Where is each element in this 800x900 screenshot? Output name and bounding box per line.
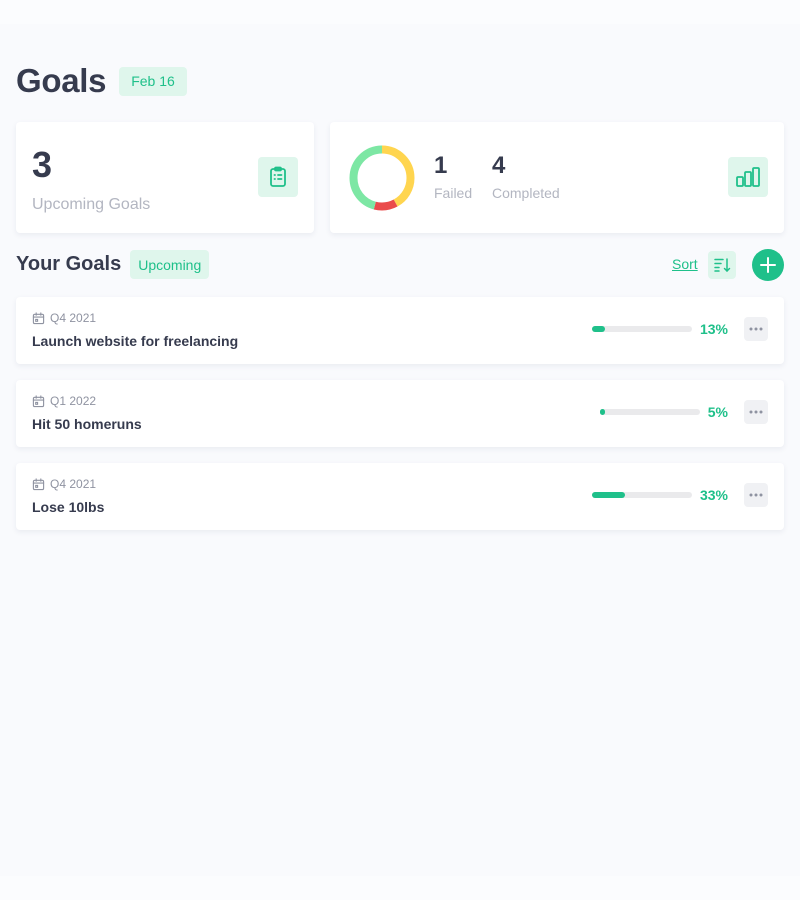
goal-period: Q1 2022: [50, 394, 97, 408]
goal-card[interactable]: Q1 2022 Hit 50 homeruns 5%: [16, 380, 784, 447]
completed-label: Completed: [492, 185, 560, 201]
bar-chart-icon[interactable]: [728, 157, 768, 197]
goal-menu-button[interactable]: [744, 483, 768, 507]
page-header: Goals Feb 16: [16, 62, 187, 100]
plus-icon: [760, 257, 776, 273]
goal-menu-button[interactable]: [744, 317, 768, 341]
goal-meta: Q4 2021: [32, 311, 96, 325]
progress-track: [591, 492, 692, 498]
page-title: Goals: [16, 62, 107, 99]
goal-status-donut: [349, 145, 415, 211]
upcoming-goals-card: 3 Upcoming Goals: [16, 122, 314, 233]
progress-fill: [599, 409, 605, 415]
goal-period: Q4 2021: [50, 477, 97, 491]
goal-meta: Q4 2021: [32, 477, 96, 491]
calendar-icon: [32, 394, 45, 407]
progress-track: [591, 326, 692, 332]
completed-count: 4: [492, 152, 506, 179]
bottom-band: [0, 876, 800, 900]
goal-progress: 5%: [599, 404, 728, 420]
progress-percent: 13%: [699, 321, 728, 337]
more-horizontal-icon: [749, 327, 763, 331]
goal-title[interactable]: Hit 50 homeruns: [32, 416, 142, 432]
upcoming-label: Upcoming Goals: [32, 196, 151, 213]
more-horizontal-icon: [749, 493, 763, 497]
upcoming-count: 3: [32, 144, 53, 185]
goal-card[interactable]: Q4 2021 Lose 10lbs 33%: [16, 463, 784, 530]
clipboard-list-icon: [258, 157, 298, 197]
progress-track: [599, 409, 700, 415]
goals-filter-badge[interactable]: Upcoming: [130, 250, 210, 279]
progress-fill: [591, 326, 605, 332]
calendar-icon: [32, 311, 45, 324]
date-badge: Feb 16: [119, 66, 187, 96]
sort-descending-icon: [714, 258, 731, 272]
goal-progress: 13%: [591, 321, 728, 337]
goal-title[interactable]: Lose 10lbs: [32, 499, 104, 515]
goal-meta: Q1 2022: [32, 394, 96, 408]
calendar-icon: [32, 477, 45, 490]
add-goal-button[interactable]: [752, 249, 784, 281]
goal-period: Q4 2021: [50, 311, 97, 325]
sort-link[interactable]: Sort: [672, 256, 698, 272]
progress-fill: [591, 492, 625, 498]
failed-label: Failed: [434, 185, 473, 201]
progress-percent: 33%: [699, 487, 728, 503]
section-title: Your Goals: [16, 253, 122, 275]
progress-percent: 5%: [707, 404, 728, 420]
top-band: [0, 0, 800, 24]
sort-button[interactable]: [708, 251, 736, 279]
goal-menu-button[interactable]: [744, 400, 768, 424]
more-horizontal-icon: [749, 410, 763, 414]
goal-progress: 33%: [591, 487, 728, 503]
goals-section-header: Your Goals Upcoming: [16, 250, 210, 279]
goal-card[interactable]: Q4 2021 Launch website for freelancing 1…: [16, 297, 784, 364]
goal-stats-card: 1 Failed 4 Completed: [330, 122, 784, 233]
failed-count: 1: [434, 152, 448, 179]
failed-stat: 1 Failed: [434, 152, 472, 201]
completed-stat: 4 Completed: [492, 152, 560, 201]
goal-title[interactable]: Launch website for freelancing: [32, 333, 238, 349]
